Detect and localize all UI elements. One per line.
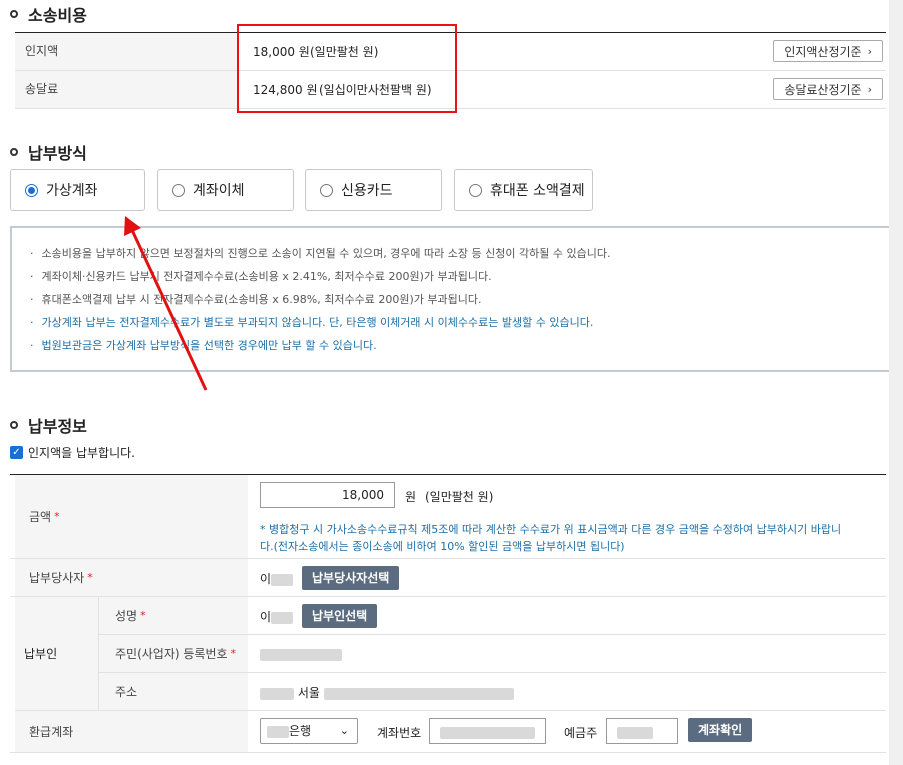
account-number-input[interactable] xyxy=(429,718,546,744)
payment-notice-box: · 소송비용을 납부하지 않으면 보정절차의 진행으로 소송이 지연될 수 있으며… xyxy=(10,226,900,372)
amount-note: * 병합청구 시 가사소송수수료규칙 제5조에 따라 계산한 수수료가 위 표시… xyxy=(260,523,842,553)
payer-id-value xyxy=(260,647,342,661)
payer-name-row: 성명 * 이 납부인선택 xyxy=(99,597,886,635)
delivery-label: 송달료 xyxy=(15,71,238,108)
stamp-criteria-button[interactable]: 인지액산정기준 › xyxy=(773,40,883,62)
payer-address-label: 주소 xyxy=(99,673,248,710)
payer-name-value: 이 xyxy=(260,608,294,625)
highlight-box xyxy=(237,24,457,113)
account-holder-label: 예금주 xyxy=(564,726,598,740)
verify-account-button[interactable]: 계좌확인 xyxy=(688,718,753,742)
section-bullet-icon xyxy=(10,421,18,429)
radio-icon xyxy=(320,183,333,197)
amount-input[interactable]: 18,000 xyxy=(260,482,395,508)
stamp-label: 인지액 xyxy=(15,33,238,70)
payment-info-title: 납부정보 xyxy=(10,413,87,437)
payment-info-title-text: 납부정보 xyxy=(28,417,87,436)
notice-item: · 가상계좌 납부는 전자결제수수료가 별도로 부과되지 않습니다. 단, 타은행… xyxy=(30,316,594,329)
account-number-label: 계좌번호 xyxy=(377,726,422,740)
checkbox-checked-icon[interactable]: ✓ xyxy=(10,446,23,459)
notice-item: · 휴대폰소액결제 납부 시 전자결제수수료(소송비용 x 6.98%, 최저수수… xyxy=(30,293,482,306)
notice-item: · 법원보관금은 가상계좌 납부방식을 선택한 경우에만 납부 할 수 있습니다. xyxy=(30,339,377,352)
chevron-right-icon: › xyxy=(867,44,872,58)
stamp-criteria-label: 인지액산정기준 xyxy=(784,44,862,59)
payer-id-label: 주민(사업자) 등록번호 * xyxy=(99,635,248,672)
section-bullet-icon xyxy=(10,10,18,18)
notice-item: · 소송비용을 납부하지 않으면 보정절차의 진행으로 소송이 지연될 수 있으며… xyxy=(30,247,611,260)
select-payer-button[interactable]: 납부인선택 xyxy=(302,604,378,628)
select-party-button[interactable]: 납부당사자선택 xyxy=(302,566,400,590)
amount-row: 금액 * 18,000 원 (일만팔천 원) * 병합청구 시 가사소송수수료규칙… xyxy=(10,475,886,559)
refund-account-row: 환급계좌 은행 ⌄ 계좌번호 예금주 계좌확인 xyxy=(10,711,886,753)
radio-icon xyxy=(469,183,482,197)
amount-label: 금액 * xyxy=(15,475,248,558)
notice-item: · 계좌이체·신용카드 납부시 전자결제수수료(소송비용 x 2.41%, 최저수… xyxy=(30,270,492,283)
payer-address-value: 서울 xyxy=(260,684,514,701)
payment-method-title-text: 납부방식 xyxy=(28,144,87,163)
scrollbar-track[interactable] xyxy=(889,0,903,765)
payment-info-form: 금액 * 18,000 원 (일만팔천 원) * 병합청구 시 가사소송수수료규칙… xyxy=(10,474,886,765)
payer-address-row: 주소 서울 xyxy=(99,673,886,711)
payment-option-label: 휴대폰 소액결제 xyxy=(490,183,585,199)
payment-option-label: 신용카드 xyxy=(341,183,393,199)
party-value: 이 xyxy=(260,570,294,587)
section-bullet-icon xyxy=(10,148,18,156)
chevron-down-icon: ⌄ xyxy=(339,724,349,737)
stamp-pay-checkbox-label: 인지액을 납부합니다. xyxy=(28,446,135,460)
amount-unit: 원 xyxy=(405,490,417,504)
account-holder-input[interactable] xyxy=(606,718,678,744)
payer-name-label: 성명 * xyxy=(99,597,248,634)
payment-option-label: 계좌이체 xyxy=(193,183,245,199)
party-row: 납부당사자 * 이 납부당사자선택 xyxy=(10,559,886,597)
delivery-criteria-button[interactable]: 송달료산정기준 › xyxy=(773,78,883,100)
payment-option-label: 가상계좌 xyxy=(46,183,98,199)
stamp-pay-checkbox-row[interactable]: ✓ 인지액을 납부합니다. xyxy=(10,444,135,461)
cost-section-title: 소송비용 xyxy=(10,2,87,26)
payment-method-title: 납부방식 xyxy=(10,140,87,164)
party-label: 납부당사자 * xyxy=(15,559,248,596)
bank-select[interactable]: 은행 ⌄ xyxy=(260,718,358,744)
payment-option-mobile[interactable]: 휴대폰 소액결제 xyxy=(454,169,593,211)
delivery-criteria-label: 송달료산정기준 xyxy=(784,82,862,97)
chevron-right-icon: › xyxy=(867,82,872,96)
radio-icon xyxy=(172,183,185,197)
radio-selected-icon xyxy=(25,183,38,197)
payer-id-row: 주민(사업자) 등록번호 * xyxy=(99,635,886,673)
payment-option-credit-card[interactable]: 신용카드 xyxy=(305,169,442,211)
payment-option-transfer[interactable]: 계좌이체 xyxy=(157,169,294,211)
amount-korean: (일만팔천 원) xyxy=(425,490,494,504)
payment-option-virtual-account[interactable]: 가상계좌 xyxy=(10,169,145,211)
refund-account-label: 환급계좌 xyxy=(15,711,248,752)
payer-block-label: 납부인 xyxy=(15,597,99,711)
cost-title-text: 소송비용 xyxy=(28,6,87,25)
